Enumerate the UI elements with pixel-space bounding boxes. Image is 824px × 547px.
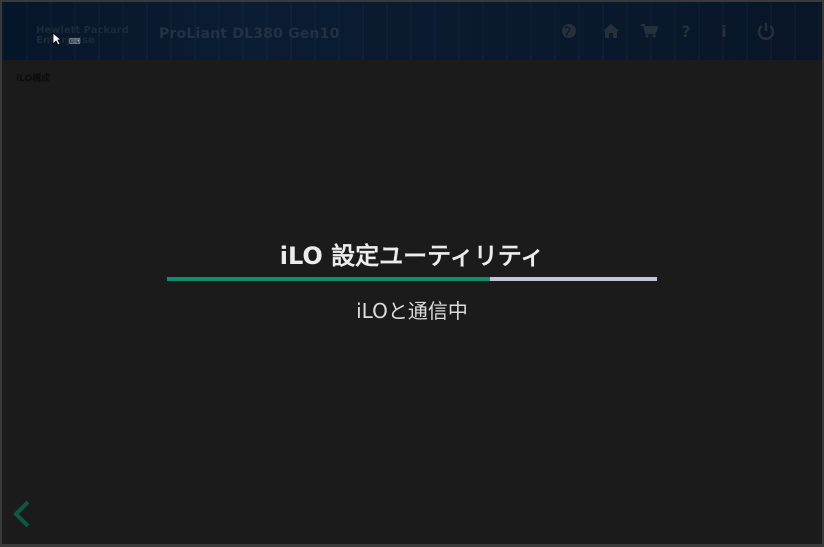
mouse-cursor-icon [52,32,62,46]
breadcrumb[interactable]: iLO構成 [16,71,50,84]
help-glyph: ? [681,21,691,41]
product-name: ProLiant DL380 Gen10 [159,26,340,42]
back-arrow-icon[interactable] [10,499,38,533]
progress-fill [167,277,491,281]
progress-bar [167,277,657,281]
brand-line-2: Enterprise [36,35,95,46]
cart-icon-graphic [641,24,658,38]
info-glyph: i [721,21,727,41]
info-icon[interactable]: i [713,20,735,42]
keyboard-indicator-icon: ⌨ [69,37,81,46]
home-icon-graphic [603,24,619,38]
power-icon[interactable] [755,20,777,42]
header-bar: Hewlett Packard Enterprise ProLiant DL38… [2,2,822,60]
brand-logo: Hewlett Packard Enterprise [36,26,129,46]
status-message: iLOと通信中 [356,299,468,323]
home-icon[interactable] [600,20,622,42]
dialog-title: iLO 設定ユーティリティ [279,242,545,270]
power-icon-graphic [757,23,775,40]
back-chevron-graphic [13,500,30,528]
globe-icon-graphic [562,24,576,38]
cart-icon[interactable] [638,20,660,42]
help-icon[interactable]: ? [675,20,697,42]
globe-icon[interactable] [558,20,580,42]
